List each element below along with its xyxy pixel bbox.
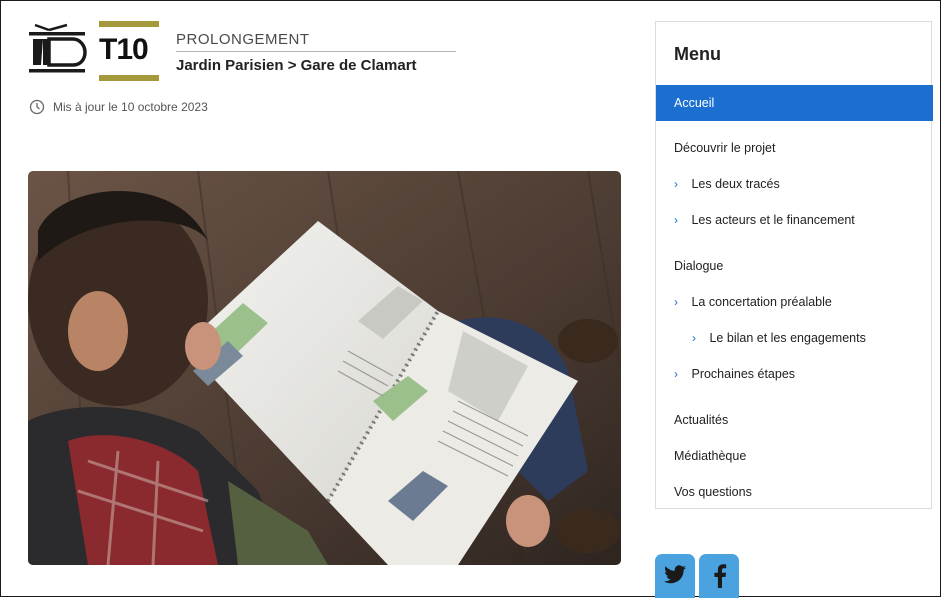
photo-image xyxy=(28,171,621,565)
chevron-right-icon: › xyxy=(674,213,678,227)
menu-item-label: Les deux tracés xyxy=(691,177,780,191)
menu-item-bilan-engagements[interactable]: › Le bilan et les engagements xyxy=(692,331,866,345)
chevron-right-icon: › xyxy=(674,295,678,309)
menu-item-label: Le bilan et les engagements xyxy=(709,331,866,345)
chevron-right-icon: › xyxy=(674,367,678,381)
title-divider xyxy=(176,51,456,52)
clock-icon xyxy=(29,99,45,115)
menu-item-label: Dialogue xyxy=(674,259,724,273)
menu-item-accueil[interactable]: Accueil xyxy=(656,85,933,121)
menu-item-prochaines-etapes[interactable]: › Prochaines étapes xyxy=(674,367,795,381)
t10-logo[interactable]: T10 xyxy=(27,19,159,83)
line-label: T10 xyxy=(99,33,149,66)
menu-item-vos-questions[interactable]: Vos questions xyxy=(674,485,752,499)
chevron-right-icon: › xyxy=(692,331,696,345)
menu-item-label: La concertation préalable xyxy=(691,295,832,309)
page-subtitle: PROLONGEMENT xyxy=(176,31,310,48)
menu-item-label: Accueil xyxy=(674,96,715,110)
chevron-right-icon: › xyxy=(674,177,678,191)
menu-item-label: Actualités xyxy=(674,413,729,427)
sidebar-menu: Menu Accueil Découvrir le projet › Les d… xyxy=(655,21,933,509)
menu-item-label: Découvrir le projet xyxy=(674,141,776,155)
last-updated: Mis à jour le 10 octobre 2023 xyxy=(29,99,208,115)
hero-photo xyxy=(28,171,621,565)
twitter-share-button[interactable] xyxy=(655,554,695,598)
menu-item-label: Vos questions xyxy=(674,485,752,499)
menu-item-dialogue[interactable]: Dialogue xyxy=(674,259,723,273)
page-title: Jardin Parisien > Gare de Clamart xyxy=(176,57,417,74)
menu-title: Menu xyxy=(674,44,721,64)
menu-item-decouvrir-le-projet[interactable]: Découvrir le projet xyxy=(674,141,775,155)
menu-item-acteurs-financement[interactable]: › Les acteurs et le financement xyxy=(674,213,855,227)
menu-item-label: Prochaines étapes xyxy=(691,367,796,381)
last-updated-text: Mis à jour le 10 octobre 2023 xyxy=(53,100,208,114)
twitter-icon xyxy=(664,565,686,584)
facebook-icon xyxy=(714,564,727,588)
menu-item-mediatheque[interactable]: Médiathèque xyxy=(674,449,746,463)
menu-item-actualites[interactable]: Actualités xyxy=(674,413,728,427)
menu-item-label: Les acteurs et le financement xyxy=(691,213,855,227)
menu-item-concertation-prealable[interactable]: › La concertation préalable xyxy=(674,295,832,309)
facebook-share-button[interactable] xyxy=(699,554,739,598)
menu-item-label: Médiathèque xyxy=(674,449,747,463)
menu-item-les-deux-traces[interactable]: › Les deux tracés xyxy=(674,177,780,191)
